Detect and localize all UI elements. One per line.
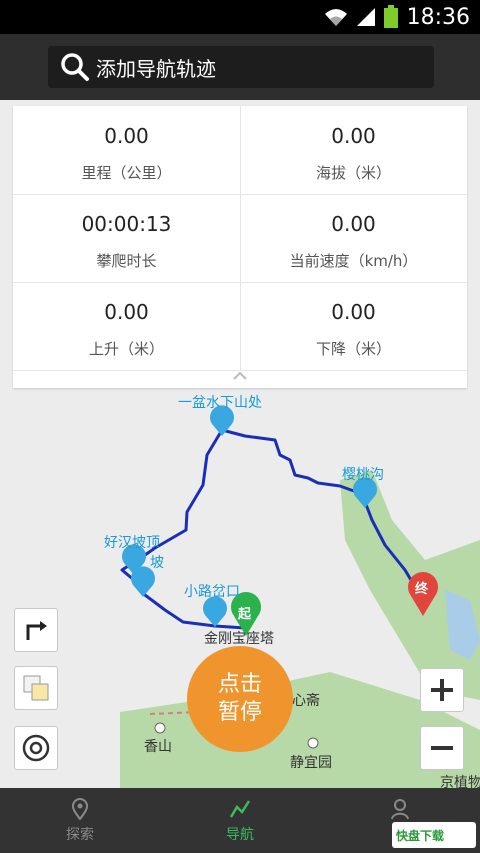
stat-label: 攀爬时长 — [96, 252, 157, 270]
tab-label: 导航 — [226, 826, 254, 843]
stat-value: 0.00 — [331, 300, 376, 324]
stat-value: 0.00 — [104, 124, 149, 148]
waypoint-label: 好汉坡顶 — [104, 535, 160, 551]
pause-button-line1: 点击 — [217, 672, 262, 697]
stat-distance: 0.00 里程（公里） — [13, 106, 240, 194]
poi-icon-jingyiyuan — [307, 737, 319, 749]
route-direction-button[interactable] — [14, 608, 58, 652]
stat-label: 下降（米） — [315, 340, 391, 358]
stat-descent: 0.00 下降（米） — [240, 282, 467, 370]
stat-label: 里程（公里） — [81, 164, 172, 182]
map-layer-button[interactable] — [14, 666, 58, 710]
route-icon — [229, 799, 251, 818]
end-marker-label: 终 — [415, 582, 429, 597]
place-label: 静宜园 — [290, 755, 332, 771]
stat-climb-duration: 00:00:13 攀爬时长 — [13, 194, 240, 282]
stat-label: 海拔（米） — [315, 164, 391, 182]
stat-altitude: 0.00 海拔（米） — [240, 106, 467, 194]
stat-label: 当前速度（km/h） — [289, 252, 418, 270]
status-time: 18:36 — [406, 4, 470, 30]
stat-ascent: 0.00 上升（米） — [13, 282, 240, 370]
signal-icon — [355, 6, 377, 28]
collapse-chevron-icon[interactable] — [231, 370, 249, 382]
pause-button[interactable]: 点击 暂停 — [187, 646, 293, 752]
start-marker-label: 起 — [238, 607, 252, 622]
divider — [240, 106, 241, 370]
header-bar: 添加导航轨迹 — [0, 34, 480, 100]
search-icon — [61, 53, 89, 81]
zoom-in-button[interactable] — [420, 668, 464, 712]
locate-me-button[interactable] — [14, 726, 58, 770]
pause-button-line2: 暂停 — [217, 700, 262, 725]
watermark-badge: 快盘下载 — [392, 822, 476, 848]
location-pin-icon — [71, 797, 89, 820]
tab-navigation[interactable]: 导航 — [160, 788, 320, 853]
watermark-text: 快盘下载 — [396, 828, 445, 843]
battery-icon — [383, 5, 399, 29]
place-label: 香山 — [144, 739, 172, 755]
wifi-icon — [323, 6, 349, 28]
stat-value: 0.00 — [331, 124, 376, 148]
turn-arrow-icon — [26, 621, 47, 640]
poi-icon-xiangshan — [154, 722, 166, 734]
minus-icon — [431, 746, 453, 750]
place-label: 心斋 — [292, 693, 320, 709]
person-icon — [391, 798, 409, 819]
tab-explore[interactable]: 探索 — [0, 788, 160, 853]
waypoint-label: 坡 — [150, 555, 164, 571]
stat-current-speed: 0.00 当前速度（km/h） — [240, 194, 467, 282]
stat-value: 0.00 — [104, 300, 149, 324]
locate-icon — [22, 734, 50, 762]
tab-label: 探索 — [66, 826, 94, 843]
place-label: 京植物 — [440, 775, 480, 788]
stat-value: 0.00 — [331, 212, 376, 236]
waypoint-label: 一盆水下山处 — [178, 395, 262, 411]
plus-icon — [431, 679, 453, 701]
status-bar: 18:36 — [0, 0, 480, 34]
layers-icon — [23, 675, 49, 701]
stat-value: 00:00:13 — [81, 212, 172, 236]
search-placeholder: 添加导航轨迹 — [96, 56, 216, 81]
stats-panel: 0.00 里程（公里） 0.00 海拔（米） 00:00:13 攀爬时长 0.0… — [13, 106, 467, 388]
waypoint-label: 小路岔口 — [184, 584, 240, 600]
waypoint-label: 樱桃沟 — [342, 467, 384, 483]
place-label: 金刚宝座塔 — [204, 631, 274, 647]
add-track-search[interactable]: 添加导航轨迹 — [48, 46, 434, 88]
zoom-out-button[interactable] — [420, 726, 464, 770]
stat-label: 上升（米） — [88, 340, 164, 358]
